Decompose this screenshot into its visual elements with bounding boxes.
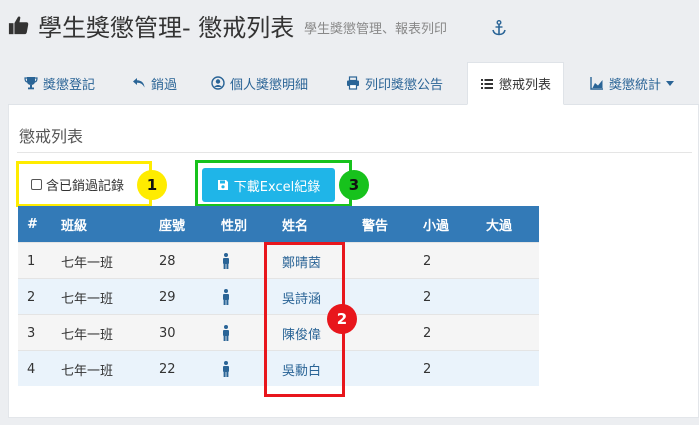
cell-index: 2 (27, 289, 36, 305)
area-chart-icon (590, 77, 603, 90)
page-title: 學生獎懲管理- 懲戒列表 (38, 14, 295, 42)
cell-index: 1 (27, 253, 36, 269)
cell-class: 七年一班 (61, 363, 114, 379)
header-seat: 座號 (159, 218, 186, 234)
checkbox-square[interactable] (31, 179, 42, 190)
tab-label: 獎懲登記 (43, 77, 96, 93)
male-icon (221, 279, 231, 315)
cell-class: 七年一班 (61, 291, 114, 307)
tab-label: 懲戒列表 (499, 78, 552, 93)
tab-reward-register[interactable]: 獎懲登記 (24, 62, 95, 104)
panel-divider (17, 152, 692, 153)
tab-label: 個人獎懲明細 (230, 77, 309, 93)
callout-badge-2: 2 (327, 304, 357, 334)
tab-label: 列印獎懲公告 (365, 77, 444, 93)
male-icon (221, 315, 231, 351)
include-cancelled-label: 含已銷過記錄 (46, 179, 125, 194)
anchor-icon[interactable] (492, 20, 506, 36)
thumbs-up-icon (8, 16, 29, 35)
male-icon (221, 243, 231, 279)
callout-badge-1: 1 (137, 170, 167, 200)
save-icon (217, 180, 228, 190)
cell-class: 七年一班 (61, 327, 114, 343)
demerit-list-panel: 懲戒列表 含已銷過記錄 下載Excel紀錄 # 班級 座號 性別 姓名 警告 小… (8, 105, 699, 418)
user-circle-icon (211, 76, 225, 90)
caret-down-icon (666, 80, 675, 86)
header-major-demerit: 大過 (486, 218, 513, 234)
print-icon (347, 76, 359, 90)
cell-minor-demerit: 2 (423, 361, 432, 377)
header-gender: 性別 (221, 218, 248, 234)
tab-demerit-list[interactable]: 懲戒列表 (467, 62, 565, 105)
male-icon (221, 351, 231, 387)
cell-index: 4 (27, 361, 36, 377)
tab-statistics[interactable]: 獎懲統計 (590, 62, 675, 104)
cell-seat: 30 (159, 325, 176, 341)
cell-index: 3 (27, 325, 36, 341)
tab-print-notice[interactable]: 列印獎懲公告 (346, 62, 443, 104)
trophy-icon (24, 77, 38, 90)
header-class: 班級 (61, 218, 88, 234)
download-button-label: 下載Excel紀錄 (233, 179, 321, 195)
cell-seat: 29 (159, 289, 176, 305)
list-icon (481, 78, 493, 89)
tab-label: 銷過 (151, 77, 178, 93)
callout-badge-3: 3 (339, 170, 369, 200)
header-index: # (27, 216, 38, 232)
table-header-row: # 班級 座號 性別 姓名 警告 小過 大過 (18, 206, 539, 242)
page-subtitle: 學生獎懲管理、報表列印 (304, 22, 448, 37)
panel-title: 懲戒列表 (19, 127, 84, 146)
undo-icon (133, 78, 145, 88)
header-minor-demerit: 小過 (423, 218, 450, 234)
tab-label: 獎懲統計 (609, 77, 662, 93)
tab-cancel-demerit[interactable]: 銷過 (132, 62, 177, 104)
page-header: 學生獎懲管理- 懲戒列表 學生獎懲管理、報表列印 (0, 0, 699, 60)
include-cancelled-checkbox[interactable]: 含已銷過記錄 (31, 175, 124, 194)
cell-minor-demerit: 2 (423, 325, 432, 341)
cell-minor-demerit: 2 (423, 253, 432, 269)
header-warning: 警告 (362, 218, 389, 234)
header-name: 姓名 (282, 218, 309, 234)
cell-class: 七年一班 (61, 255, 114, 271)
cell-seat: 28 (159, 253, 176, 269)
cell-seat: 22 (159, 361, 176, 377)
cell-minor-demerit: 2 (423, 289, 432, 305)
tab-personal-detail[interactable]: 個人獎懲明細 (211, 62, 308, 104)
nav-tabs: 獎懲登記 銷過 個人獎懲明細 列印獎懲公告 懲戒列表 獎懲統計 (8, 62, 699, 105)
download-excel-button[interactable]: 下載Excel紀錄 (202, 168, 335, 202)
